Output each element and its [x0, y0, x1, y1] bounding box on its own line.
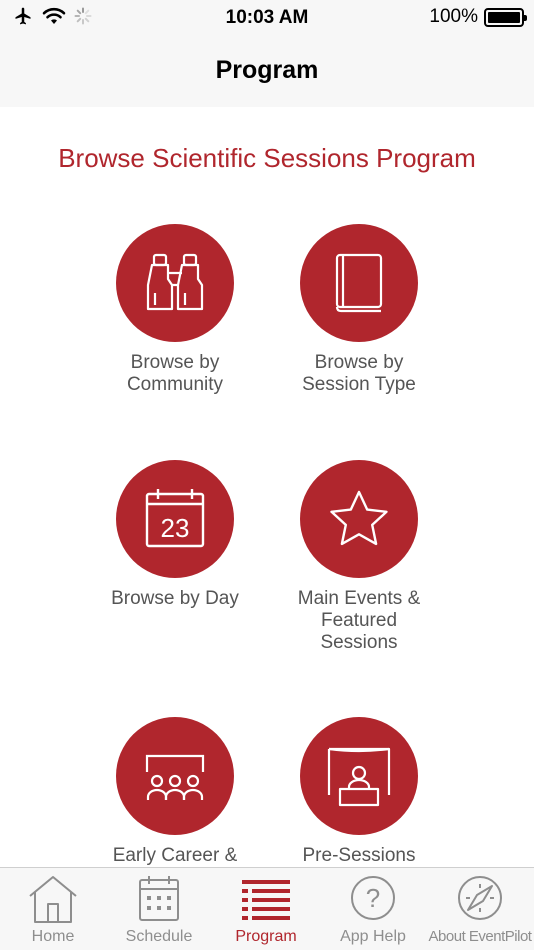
- compass-icon: [458, 876, 502, 920]
- tab-bar: Home Schedule Program ? App Help About E…: [0, 867, 534, 950]
- binoculars-icon: [146, 253, 204, 311]
- main-events-circle[interactable]: [300, 460, 418, 578]
- tab-app-help[interactable]: ? App Help: [320, 868, 426, 950]
- tile-label: Browse by Session Type: [302, 352, 416, 395]
- calendar-day-number: 23: [161, 513, 190, 543]
- home-icon: [29, 876, 77, 923]
- battery-icon: [484, 7, 527, 27]
- status-bar: 10:03 AM 100%: [0, 0, 534, 36]
- calendar-icon: [139, 876, 179, 921]
- early-career-button[interactable]: Early Career &: [75, 717, 275, 867]
- star-icon: [330, 490, 388, 546]
- program-content[interactable]: Browse Scientific Sessions Program Brows…: [0, 107, 534, 867]
- tab-about-eventpilot[interactable]: About EventPilot: [426, 868, 534, 950]
- help-icon: ?: [351, 876, 395, 920]
- book-icon: [335, 253, 383, 313]
- pre-sessions-circle[interactable]: [300, 717, 418, 835]
- group-icon: [145, 754, 205, 800]
- svg-text:?: ?: [366, 883, 380, 913]
- early-career-circle[interactable]: [116, 717, 234, 835]
- list-icon: [242, 880, 290, 920]
- status-right: 100%: [429, 6, 527, 28]
- calendar-icon: 23: [145, 489, 205, 548]
- presenter-icon: [327, 747, 391, 807]
- tab-program[interactable]: Program: [212, 868, 320, 950]
- browse-by-community-button[interactable]: Browse by Community: [75, 224, 275, 396]
- tile-label: Browse by Day: [111, 588, 239, 609]
- browse-by-day-circle[interactable]: 23: [116, 460, 234, 578]
- browse-by-day-button[interactable]: 23 Browse by Day: [75, 460, 275, 610]
- navigation-bar: Program: [0, 36, 534, 107]
- tile-label: Pre-Sessions: [302, 845, 416, 866]
- pre-sessions-button[interactable]: Pre-Sessions: [259, 717, 459, 867]
- browse-by-session-type-circle[interactable]: [300, 224, 418, 342]
- tile-label: Browse by Community: [126, 352, 224, 395]
- page-title: Program: [215, 56, 319, 84]
- tab-schedule[interactable]: Schedule: [106, 868, 212, 950]
- browse-by-session-type-button[interactable]: Browse by Session Type: [259, 224, 459, 396]
- battery-percentage: 100%: [429, 6, 478, 27]
- tile-label: Main Events & Featured Sessions: [297, 588, 421, 653]
- main-events-featured-sessions-button[interactable]: Main Events & Featured Sessions: [259, 460, 459, 654]
- browse-by-community-circle[interactable]: [116, 224, 234, 342]
- tab-home[interactable]: Home: [0, 868, 106, 950]
- section-title: Browse Scientific Sessions Program: [58, 143, 476, 173]
- tile-label: Early Career &: [112, 845, 238, 866]
